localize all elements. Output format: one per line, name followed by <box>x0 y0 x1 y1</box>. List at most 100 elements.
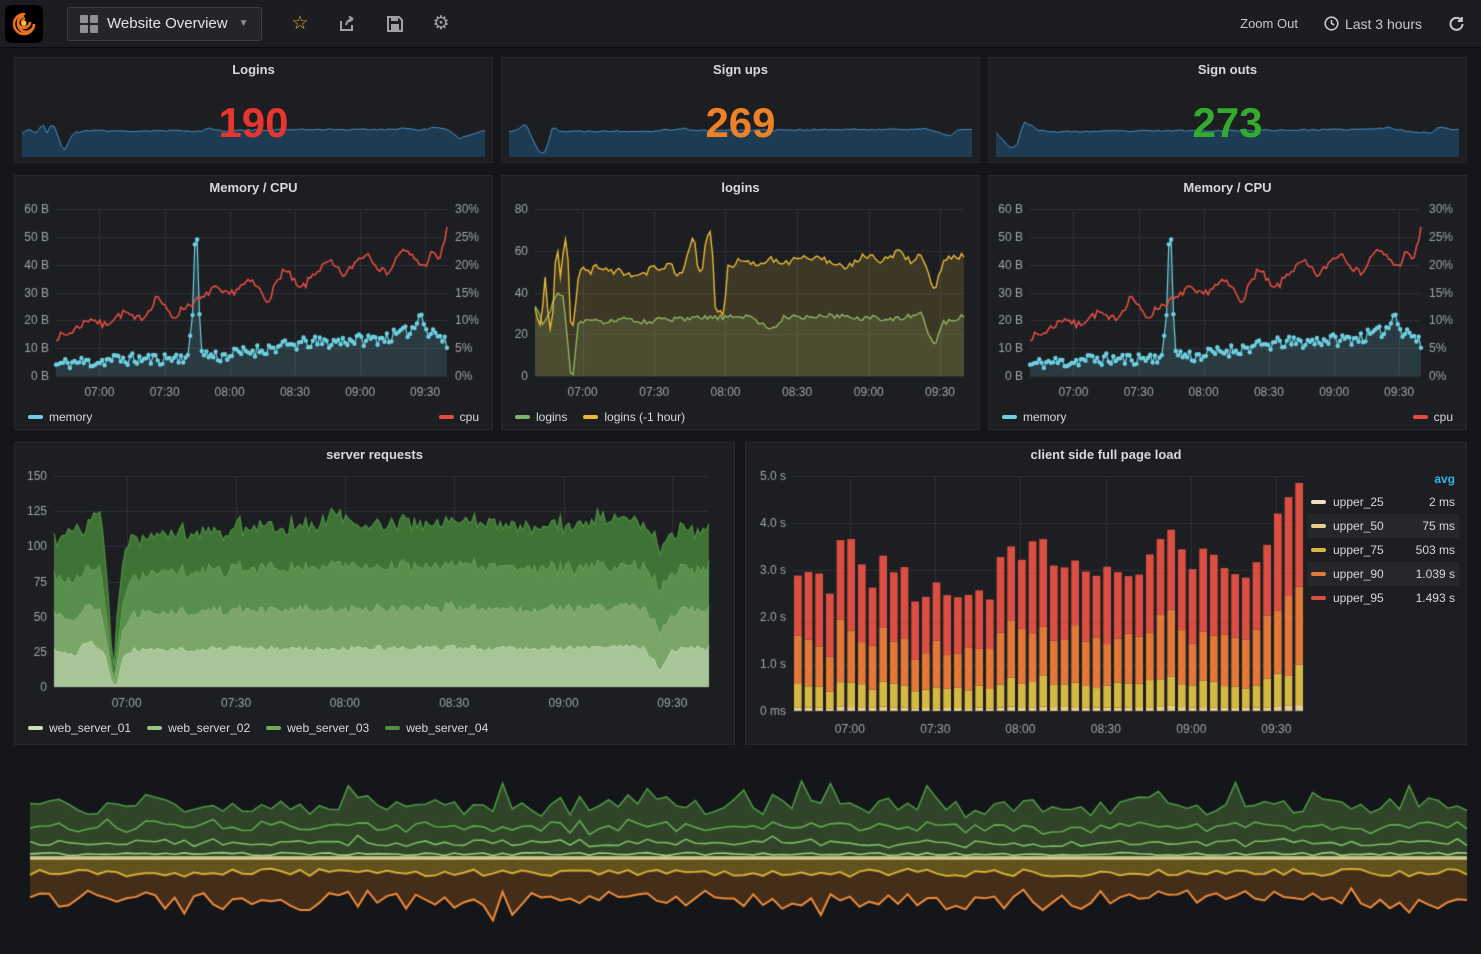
legend-avg-value: 503 ms <box>1416 543 1455 557</box>
legend-item-cpu[interactable]: cpu <box>1413 410 1453 424</box>
bottom-stream-graph[interactable] <box>0 755 1481 954</box>
panel-title[interactable]: server requests <box>14 442 735 466</box>
legend-avg-value: 1.493 s <box>1416 591 1455 605</box>
legend-swatch <box>147 726 162 730</box>
legend-swatch <box>1311 596 1326 600</box>
legend-label: web_server_03 <box>287 721 369 735</box>
legend-label: upper_75 <box>1333 543 1416 557</box>
legend-swatch <box>1311 548 1326 552</box>
legend-swatch <box>266 726 281 730</box>
stat-value: 273 <box>988 91 1467 155</box>
legend-label: logins (-1 hour) <box>604 410 685 424</box>
legend-item-upper_90[interactable]: upper_901.039 s <box>1307 562 1459 586</box>
legend-label: web_server_04 <box>406 721 488 735</box>
legend-table: avgupper_252 msupper_5075 msupper_75503 … <box>1307 468 1459 610</box>
panel-title[interactable]: client side full page load <box>745 442 1467 466</box>
legend-avg-header[interactable]: avg <box>1307 468 1459 490</box>
legend-item-upper_25[interactable]: upper_252 ms <box>1307 490 1459 514</box>
legend-item-logins[interactable]: logins <box>515 410 567 424</box>
panel-title[interactable]: Logins <box>14 57 493 81</box>
settings-button[interactable]: ⚙ <box>433 12 450 35</box>
legend-swatch <box>439 415 454 419</box>
legend-label: upper_50 <box>1333 519 1422 533</box>
graph-legend: memory cpu <box>988 404 1467 430</box>
navbar-right-controls: Zoom Out Last 3 hours <box>1240 16 1465 32</box>
legend-label: upper_90 <box>1333 567 1416 581</box>
dashboard-title: Website Overview <box>107 15 228 32</box>
legend-item-upper_50[interactable]: upper_5075 ms <box>1307 514 1459 538</box>
panel-memory-cpu-left: Memory / CPU memory cpu <box>14 175 493 430</box>
star-icon: ☆ <box>292 12 309 35</box>
legend-label: web_server_02 <box>168 721 250 735</box>
refresh-button[interactable] <box>1448 16 1465 32</box>
top-navbar: Website Overview ▼ ☆ ⚙ Zoom Out Last 3 h… <box>0 0 1481 48</box>
panel-server-requests: server requests web_server_01web_server_… <box>14 442 735 745</box>
legend-label: memory <box>49 410 92 424</box>
legend-avg-value: 75 ms <box>1422 519 1455 533</box>
graph-legend: web_server_01 web_server_02 web_server_03 w… <box>14 715 735 741</box>
gear-icon: ⚙ <box>433 12 450 35</box>
panel-title[interactable]: Sign ups <box>501 57 980 81</box>
refresh-icon <box>1448 16 1465 32</box>
share-icon <box>339 16 357 32</box>
time-range-picker[interactable]: Last 3 hours <box>1324 16 1422 32</box>
time-range-label: Last 3 hours <box>1345 16 1422 32</box>
panel-memory-cpu-right: Memory / CPU memory cpu <box>988 175 1467 430</box>
clock-icon <box>1324 16 1339 31</box>
legend-item-web-server-02[interactable]: web_server_02 <box>147 721 250 735</box>
logins-graph[interactable] <box>501 199 980 404</box>
legend-swatch <box>1413 415 1428 419</box>
memory-cpu-graph[interactable] <box>14 199 493 404</box>
panel-logins-stat: Logins 190 <box>14 57 493 163</box>
panel-title[interactable]: logins <box>501 175 980 199</box>
chevron-down-icon: ▼ <box>239 18 249 29</box>
panel-client-page-load: client side full page load avgupper_252 … <box>745 442 1467 745</box>
legend-label: upper_25 <box>1333 495 1429 509</box>
legend-item-memory[interactable]: memory <box>28 410 92 424</box>
legend-label: upper_95 <box>1333 591 1416 605</box>
legend-item-memory[interactable]: memory <box>1002 410 1066 424</box>
panel-signouts-stat: Sign outs 273 <box>988 57 1467 163</box>
share-button[interactable] <box>339 16 357 32</box>
legend-swatch <box>583 415 598 419</box>
legend-swatch <box>515 415 530 419</box>
legend-swatch <box>1311 572 1326 576</box>
legend-item-web-server-04[interactable]: web_server_04 <box>385 721 488 735</box>
legend-swatch <box>1002 415 1017 419</box>
panel-bottom-stream <box>0 755 1481 954</box>
grafana-flame-icon <box>10 10 38 38</box>
star-button[interactable]: ☆ <box>292 12 309 35</box>
server-requests-graph[interactable] <box>14 466 735 715</box>
panel-logins-graph: logins logins logins (-1 hour) <box>501 175 980 430</box>
graph-legend: memory cpu <box>14 404 493 430</box>
dashboard-grid-icon <box>80 15 98 33</box>
save-button[interactable] <box>387 16 403 32</box>
legend-avg-value: 1.039 s <box>1416 567 1455 581</box>
legend-swatch <box>1311 524 1326 528</box>
stat-value: 269 <box>501 91 980 155</box>
legend-item-cpu[interactable]: cpu <box>439 410 479 424</box>
dashboard-selector[interactable]: Website Overview ▼ <box>67 7 262 41</box>
legend-label: web_server_01 <box>49 721 131 735</box>
legend-label: cpu <box>460 410 479 424</box>
legend-item-web-server-01[interactable]: web_server_01 <box>28 721 131 735</box>
panel-title[interactable]: Memory / CPU <box>14 175 493 199</box>
zoom-out-button[interactable]: Zoom Out <box>1240 16 1298 31</box>
memory-cpu-graph[interactable] <box>988 199 1467 404</box>
save-icon <box>387 16 403 32</box>
graph-legend: logins logins (-1 hour) <box>501 404 980 430</box>
legend-avg-value: 2 ms <box>1429 495 1455 509</box>
panel-title[interactable]: Sign outs <box>988 57 1467 81</box>
legend-item-upper_95[interactable]: upper_951.493 s <box>1307 586 1459 610</box>
legend-label: logins <box>536 410 567 424</box>
panel-title[interactable]: Memory / CPU <box>988 175 1467 199</box>
grafana-logo[interactable] <box>5 5 43 43</box>
legend-item-logins-1-hour-[interactable]: logins (-1 hour) <box>583 410 685 424</box>
stat-value: 190 <box>14 91 493 155</box>
legend-item-upper_75[interactable]: upper_75503 ms <box>1307 538 1459 562</box>
legend-item-web-server-03[interactable]: web_server_03 <box>266 721 369 735</box>
panel-signups-stat: Sign ups 269 <box>501 57 980 163</box>
legend-swatch <box>1311 500 1326 504</box>
legend-label: cpu <box>1434 410 1453 424</box>
legend-swatch <box>385 726 400 730</box>
